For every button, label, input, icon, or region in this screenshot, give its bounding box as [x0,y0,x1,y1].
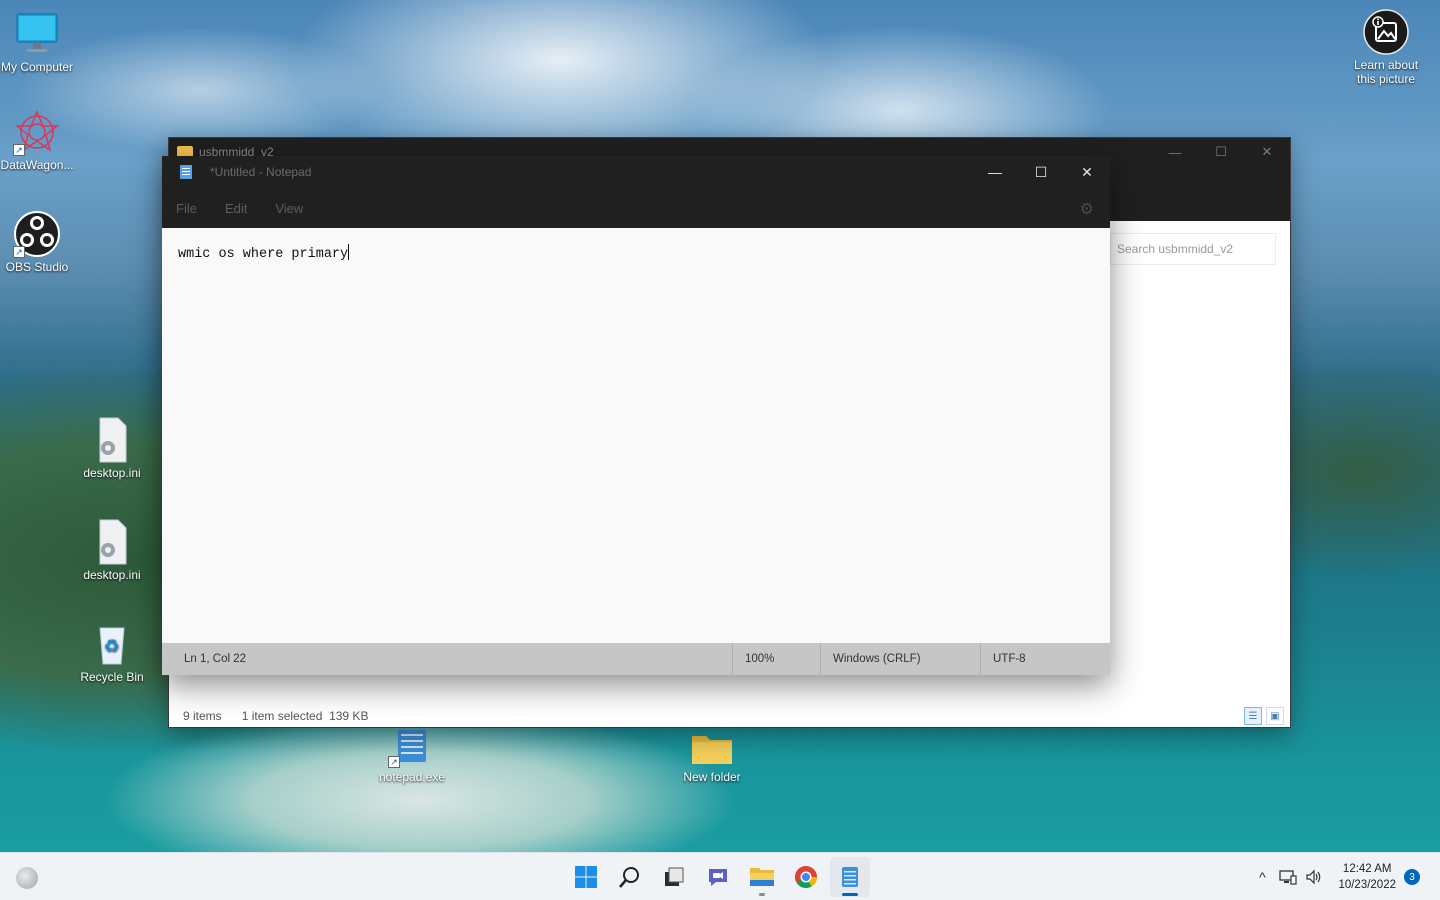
explorer-search-input[interactable]: Search usbmmidd_v2 [1110,233,1276,265]
chrome-icon [795,866,817,888]
notepad-text-area[interactable]: wmic os where primary [162,228,1110,643]
search-button[interactable] [610,857,650,897]
clock-date: 10/23/2022 [1338,879,1396,891]
desktop-icon-label: DataWagon... [0,158,74,172]
notepad-titlebar[interactable]: *Untitled - Notepad — ☐ ✕ [162,156,1110,188]
notepad-icon [180,165,192,179]
settings-gear-icon[interactable]: ⚙ [1080,199,1094,219]
clock[interactable]: 12:42 AM 10/23/2022 [1338,861,1396,893]
recycle-bin-icon: ♻ [88,620,136,668]
shortcut-arrow-icon: ↗ [13,144,25,156]
shortcut-arrow-icon: ↗ [13,246,25,258]
notepad-window-controls: — ☐ ✕ [972,156,1110,188]
notepad-menubar: File Edit View ⚙ [162,188,1110,228]
start-button[interactable] [566,857,606,897]
task-view-button[interactable] [654,857,694,897]
network-icon[interactable] [1276,865,1300,889]
volume-icon[interactable] [1302,865,1326,889]
desktop-icon-datawagon[interactable]: ↗ DataWagon... [0,108,77,172]
notepad-status-bar: Ln 1, Col 22 100% Windows (CRLF) UTF-8 [162,643,1110,675]
menu-file[interactable]: File [176,201,197,216]
system-tray: ^ 12:42 AM 10/23/2022 3 [1250,853,1440,900]
menu-view[interactable]: View [275,201,303,216]
desktop-icon-label: OBS Studio [5,260,69,274]
task-view-icon [665,867,684,886]
desktop-icon-notepad-exe[interactable]: ↗ notepad.exe [372,726,452,784]
taskbar: ^ 12:42 AM 10/23/2022 3 [0,852,1440,900]
settings-file-icon [88,416,136,464]
zoom-level: 100% [732,643,774,675]
notepad-icon [842,867,858,887]
running-indicator [759,893,765,896]
explorer-status-bar: 9 items 1 item selected 139 KB [183,709,368,723]
desktop-icon-obs-studio[interactable]: ↗ OBS Studio [0,210,77,274]
desktop-icon-new-folder[interactable]: New folder [672,726,752,784]
view-toggle: ☰ ▣ [1244,707,1284,725]
datawagon-icon: ↗ [13,108,61,156]
chevron-up-icon[interactable]: ^ [1250,865,1274,889]
picture-info-icon [1362,8,1410,56]
notepad-icon: ↗ [388,726,436,774]
menu-edit[interactable]: Edit [225,201,247,216]
editor-content: wmic os where primary [178,247,349,262]
desktop-icon-label: Learn about this picture [1353,58,1419,86]
explorer-window-controls: — ☐ ✕ [1152,138,1290,166]
desktop-icon-desktop-ini-1[interactable]: desktop.ini [72,416,152,480]
chat-button[interactable] [698,857,738,897]
svg-text:♻: ♻ [104,636,120,657]
desktop-icon-label: Recycle Bin [80,670,144,684]
chat-icon [709,869,727,886]
notepad-window[interactable]: *Untitled - Notepad — ☐ ✕ File Edit View… [162,156,1110,675]
minimize-button[interactable]: — [972,156,1018,188]
large-icons-view-icon[interactable]: ▣ [1266,707,1284,725]
shortcut-arrow-icon: ↗ [388,756,400,768]
obs-icon: ↗ [13,210,61,258]
desktop-icon-label: desktop.ini [83,466,141,480]
details-view-icon[interactable]: ☰ [1244,707,1262,725]
maximize-button[interactable]: ☐ [1018,156,1064,188]
monitor-icon [13,10,61,58]
minimize-button[interactable]: — [1152,138,1198,166]
learn-about-picture[interactable]: Learn about this picture [1346,8,1426,86]
desktop-icon-desktop-ini-2[interactable]: desktop.ini [72,518,152,582]
notification-badge[interactable]: 3 [1404,869,1420,885]
selected-count: 1 item selected [241,709,323,723]
item-count: 9 items [183,709,222,723]
maximize-button[interactable]: ☐ [1198,138,1244,166]
close-button[interactable]: ✕ [1064,156,1110,188]
search-icon [619,867,639,888]
encoding: UTF-8 [980,643,1026,675]
clock-time: 12:42 AM [1342,863,1392,875]
widgets-icon[interactable] [16,867,38,889]
close-button[interactable]: ✕ [1244,138,1290,166]
selected-size: 139 KB [329,709,369,723]
desktop-icon-my-computer[interactable]: My Computer [0,10,77,74]
text-caret [348,244,350,260]
file-explorer-icon [750,868,774,886]
file-explorer-button[interactable] [742,857,782,897]
desktop-icon-label: desktop.ini [83,568,141,582]
cursor-position: Ln 1, Col 22 [184,653,247,665]
notepad-title: *Untitled - Notepad [210,165,312,179]
line-ending: Windows (CRLF) [820,643,921,675]
notepad-taskbar-button[interactable] [830,857,870,897]
active-indicator [842,893,858,896]
desktop-icon-label: My Computer [0,60,74,74]
taskbar-apps [566,857,870,897]
chrome-button[interactable] [786,857,826,897]
start-icon [575,866,597,888]
selection-info: 1 item selected 139 KB [242,709,369,723]
folder-icon [688,726,736,774]
settings-file-icon [88,518,136,566]
desktop-icon-recycle-bin[interactable]: ♻ Recycle Bin [72,620,152,684]
